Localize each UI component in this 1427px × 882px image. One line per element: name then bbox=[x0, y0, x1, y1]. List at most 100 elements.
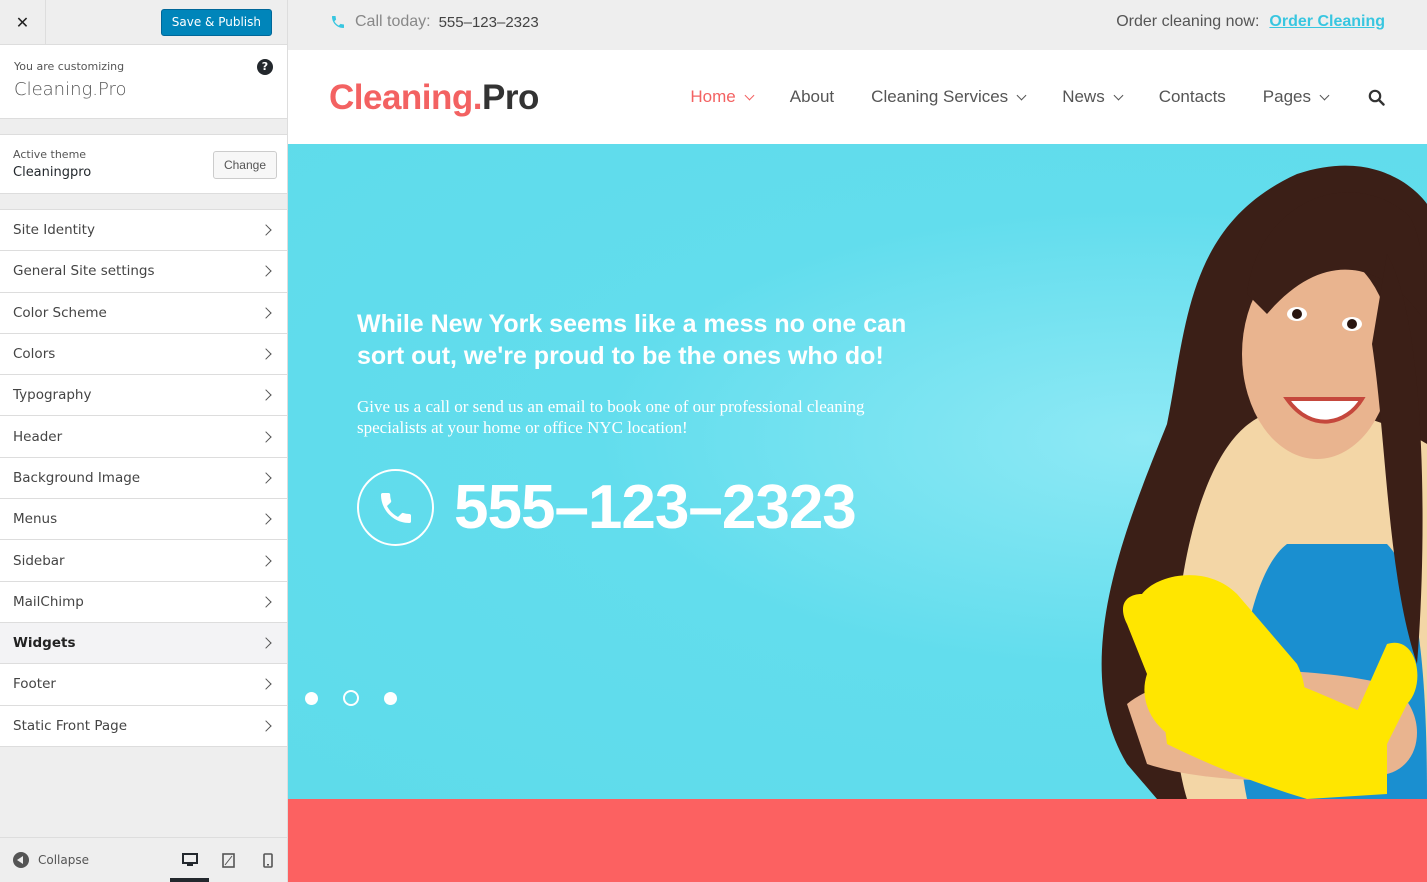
active-theme-panel: Active theme Cleaningpro Change bbox=[0, 134, 287, 194]
nav-label: Cleaning Services bbox=[871, 87, 1009, 106]
chevron-right-icon bbox=[260, 720, 272, 732]
site-navbar: Cleaning.Pro Home About Cleaning Service… bbox=[288, 50, 1427, 144]
nav-label: Pages bbox=[1262, 87, 1311, 106]
section-label: Widgets bbox=[13, 635, 76, 652]
customizer-info: You are customizing Cleaning.Pro ? bbox=[0, 45, 287, 119]
order-cleaning-link[interactable]: Order Cleaning bbox=[1269, 13, 1385, 30]
customizer-footer: Collapse bbox=[0, 837, 287, 882]
site-preview: Call today: 555–123–2323 Order cleaning … bbox=[288, 0, 1427, 882]
section-colors[interactable]: Colors bbox=[0, 333, 287, 376]
section-label: Typography bbox=[13, 387, 92, 404]
device-switcher bbox=[170, 838, 287, 882]
section-header[interactable]: Header bbox=[0, 416, 287, 458]
nav-news[interactable]: News bbox=[1062, 87, 1124, 107]
section-static-front-page[interactable]: Static Front Page bbox=[0, 705, 287, 747]
chevron-right-icon bbox=[260, 389, 272, 401]
chevron-right-icon bbox=[260, 596, 272, 608]
chevron-right-icon bbox=[260, 307, 272, 319]
nav-label: Contacts bbox=[1158, 87, 1226, 106]
section-label: General Site settings bbox=[13, 263, 155, 280]
main-nav: Home About Cleaning Services News Contac… bbox=[653, 50, 1385, 144]
call-number[interactable]: 555–123–2323 bbox=[439, 14, 539, 31]
collapse-button[interactable]: Collapse bbox=[0, 838, 89, 882]
nav-home[interactable]: Home bbox=[690, 87, 755, 107]
customizer-panel: ✕ Save & Publish You are customizing Cle… bbox=[0, 0, 288, 882]
section-footer[interactable]: Footer bbox=[0, 664, 287, 706]
section-sidebar[interactable]: Sidebar bbox=[0, 540, 287, 582]
chevron-right-icon bbox=[260, 472, 272, 484]
chevron-right-icon bbox=[260, 637, 272, 649]
section-label: Colors bbox=[13, 346, 56, 363]
section-label: MailChimp bbox=[13, 593, 84, 610]
logo-part-2: Pro bbox=[482, 78, 539, 117]
chevron-down-icon bbox=[1113, 90, 1124, 100]
slide-dot-3[interactable] bbox=[384, 691, 397, 705]
nav-contacts[interactable]: Contacts bbox=[1159, 87, 1226, 107]
nav-pages[interactable]: Pages bbox=[1262, 87, 1330, 107]
phone-icon bbox=[332, 16, 344, 28]
hero-woman-image bbox=[1101, 165, 1427, 799]
logo-part-1: Cleaning. bbox=[329, 78, 483, 117]
nav-label: News bbox=[1062, 87, 1105, 106]
call-today: Call today: 555–123–2323 bbox=[330, 13, 539, 31]
search-icon[interactable] bbox=[1368, 89, 1385, 106]
desktop-icon bbox=[181, 853, 198, 866]
chevron-right-icon bbox=[260, 430, 272, 443]
chevron-down-icon bbox=[1319, 90, 1330, 100]
section-site-identity[interactable]: Site Identity bbox=[0, 210, 287, 252]
hero-phone[interactable]: 555–123–2323 bbox=[357, 469, 857, 546]
hero-slider: While New York seems like a mess no one … bbox=[288, 144, 1427, 799]
tablet-preview-button[interactable] bbox=[209, 838, 248, 882]
slide-dot-2[interactable] bbox=[343, 690, 359, 706]
hero-phone-number: 555–123–2323 bbox=[454, 473, 857, 542]
chevron-right-icon bbox=[260, 678, 272, 691]
section-menus[interactable]: Menus bbox=[0, 499, 287, 541]
section-label: Static Front Page bbox=[13, 717, 128, 734]
chevron-down-icon bbox=[1016, 90, 1027, 100]
section-widgets[interactable]: Widgets bbox=[0, 622, 287, 665]
chevron-right-icon bbox=[260, 265, 272, 278]
chevron-right-icon bbox=[260, 224, 272, 236]
collapse-label: Collapse bbox=[38, 853, 89, 867]
mobile-preview-button[interactable] bbox=[248, 838, 287, 882]
customizer-header: ✕ Save & Publish bbox=[0, 0, 287, 45]
nav-label: Home bbox=[690, 87, 736, 106]
chevron-down-icon bbox=[744, 90, 755, 100]
nav-about[interactable]: About bbox=[790, 87, 834, 107]
hero-title: While New York seems like a mess no one … bbox=[357, 310, 907, 370]
customizer-sections: Site Identity General Site settings Colo… bbox=[0, 209, 287, 747]
collapse-icon bbox=[13, 852, 29, 868]
call-label: Call today: bbox=[355, 13, 431, 30]
section-label: Color Scheme bbox=[13, 304, 107, 321]
section-typography[interactable]: Typography bbox=[0, 375, 287, 417]
tablet-icon bbox=[222, 852, 235, 868]
slide-dot-1[interactable] bbox=[305, 691, 318, 705]
nav-label: About bbox=[789, 87, 835, 106]
save-publish-button[interactable]: Save & Publish bbox=[160, 9, 272, 36]
section-background-image[interactable]: Background Image bbox=[0, 457, 287, 500]
mobile-icon bbox=[262, 852, 273, 868]
help-icon[interactable]: ? bbox=[257, 59, 273, 75]
slider-pagination bbox=[305, 690, 422, 706]
chevron-right-icon bbox=[260, 513, 272, 525]
section-label: Footer bbox=[13, 676, 56, 693]
section-general-site-settings[interactable]: General Site settings bbox=[0, 251, 287, 293]
section-mailchimp[interactable]: MailChimp bbox=[0, 581, 287, 623]
site-logo[interactable]: Cleaning.Pro bbox=[329, 78, 539, 118]
section-color-scheme[interactable]: Color Scheme bbox=[0, 292, 287, 334]
desktop-preview-button[interactable] bbox=[170, 838, 209, 882]
close-icon[interactable]: ✕ bbox=[0, 0, 46, 45]
chevron-right-icon bbox=[260, 554, 272, 567]
nav-cleaning-services[interactable]: Cleaning Services bbox=[871, 87, 1027, 107]
change-theme-button[interactable]: Change bbox=[212, 151, 277, 179]
section-label: Header bbox=[13, 428, 63, 445]
section-label: Sidebar bbox=[13, 552, 65, 569]
phone-circle-icon bbox=[357, 469, 434, 546]
site-topbar: Call today: 555–123–2323 Order cleaning … bbox=[288, 0, 1427, 50]
section-label: Background Image bbox=[13, 469, 141, 486]
order-cleaning: Order cleaning now: Order Cleaning bbox=[1116, 13, 1385, 31]
customizing-site-name: Cleaning.Pro bbox=[14, 79, 127, 100]
hero-text: Give us a call or send us an email to bo… bbox=[357, 397, 865, 437]
customizing-label: You are customizing bbox=[14, 60, 125, 73]
order-label: Order cleaning now: bbox=[1116, 13, 1260, 30]
